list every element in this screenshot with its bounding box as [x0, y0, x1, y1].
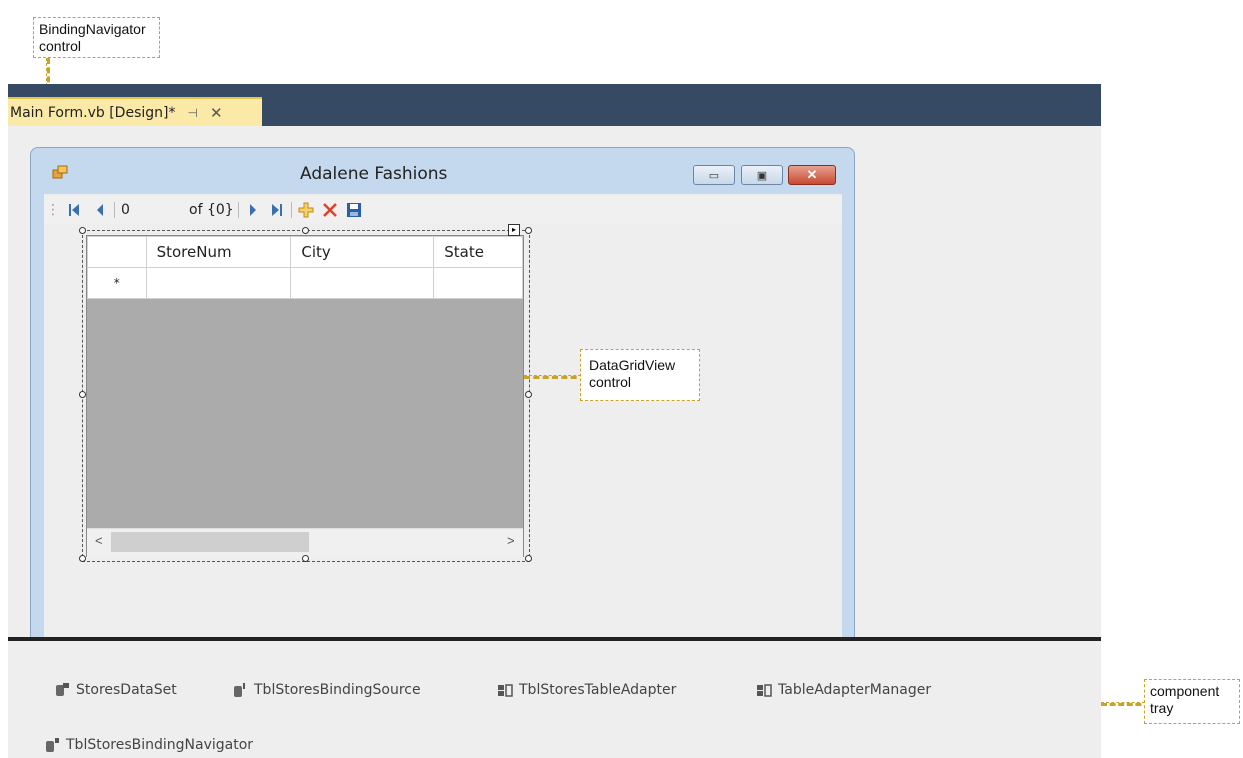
resize-handle[interactable] — [79, 555, 86, 562]
move-previous-icon[interactable] — [90, 200, 110, 220]
table-adapter-icon — [498, 684, 513, 697]
cell[interactable] — [290, 267, 435, 299]
resize-handle[interactable] — [525, 555, 532, 562]
resize-handle[interactable] — [525, 227, 532, 234]
close-button[interactable]: ✕ — [788, 165, 836, 185]
horizontal-scrollbar[interactable]: < > — [87, 528, 523, 557]
tray-item-storesdataset[interactable]: StoresDataSet — [54, 682, 177, 698]
datagridview-callout: DataGridView control — [580, 349, 700, 401]
tray-item-label: TblStoresBindingNavigator — [66, 737, 254, 753]
dataset-icon — [56, 683, 69, 696]
form-title: Adalene Fashions — [300, 164, 448, 184]
separator — [290, 202, 292, 218]
form-icon — [52, 165, 68, 179]
tab-main-form-design[interactable]: Main Form.vb [Design]* ⊣ ✕ — [8, 97, 262, 126]
move-last-icon[interactable] — [267, 200, 287, 220]
header-row: StoreNum City State — [87, 236, 523, 268]
resize-handle[interactable] — [79, 227, 86, 234]
tray-item-label: TblStoresTableAdapter — [519, 682, 677, 698]
callout-line-2: control — [589, 374, 632, 390]
table-row: * — [87, 267, 523, 299]
minimize-button[interactable]: ▭ — [693, 165, 735, 185]
smart-tag-icon[interactable]: ▸ — [508, 224, 520, 236]
column-header-state[interactable]: State — [433, 236, 523, 268]
datagridview[interactable]: StoreNum City State * — [86, 235, 524, 557]
binding-source-icon — [234, 683, 245, 697]
row-header-corner — [87, 236, 147, 268]
resize-handle[interactable] — [79, 391, 86, 398]
table-adapter-manager-icon — [757, 684, 772, 697]
component-tray-leader — [1101, 702, 1150, 706]
scroll-left-icon[interactable]: < — [95, 533, 103, 548]
scrollbar-thumb[interactable] — [111, 532, 309, 552]
component-tray-callout: component tray — [1144, 679, 1240, 724]
separator — [237, 202, 239, 218]
callout-line-2: control — [39, 38, 82, 54]
column-header-city[interactable]: City — [290, 236, 435, 268]
callout-line-1: BindingNavigator — [39, 21, 146, 37]
close-icon[interactable]: ✕ — [210, 104, 223, 122]
cell[interactable] — [145, 267, 292, 299]
tray-item-label: TableAdapterManager — [778, 682, 932, 698]
callout-line-1: DataGridView — [589, 357, 676, 373]
cell[interactable] — [433, 267, 523, 299]
pin-icon[interactable]: ⊣ — [187, 106, 197, 120]
grip-handle[interactable]: ⋮ — [44, 202, 64, 218]
resize-handle[interactable] — [302, 555, 309, 562]
binding-navigator-icon — [46, 738, 59, 752]
resize-handle[interactable] — [525, 391, 532, 398]
callout-line-1: component — [1150, 683, 1220, 699]
tray-item-label: TblStoresBindingSource — [254, 682, 421, 698]
resize-handle[interactable] — [302, 227, 309, 234]
tab-title: Main Form.vb [Design]* — [10, 104, 176, 121]
move-first-icon[interactable] — [64, 200, 84, 220]
maximize-button[interactable]: ▣ — [741, 165, 783, 185]
count-label: of {0} — [189, 202, 234, 218]
delete-icon[interactable] — [320, 200, 340, 220]
tray-item-label: StoresDataSet — [76, 682, 177, 698]
tray-item-tblstoresbindingsource[interactable]: TblStoresBindingSource — [232, 682, 421, 698]
save-icon[interactable] — [344, 200, 364, 220]
add-new-icon[interactable] — [296, 200, 316, 220]
tray-item-tblstoresbindingnavigator[interactable]: TblStoresBindingNavigator — [44, 737, 253, 753]
tray-item-tableadaptermanager[interactable]: TableAdapterManager — [756, 682, 931, 698]
datagridview-leader — [524, 375, 586, 379]
column-header-storenum[interactable]: StoreNum — [145, 236, 292, 268]
separator — [114, 202, 115, 218]
move-next-icon[interactable] — [243, 200, 263, 220]
position-textbox[interactable]: 0 — [119, 202, 189, 218]
callout-line-2: tray — [1150, 700, 1174, 716]
binding-navigator-callout: BindingNavigator control — [33, 17, 160, 58]
new-row-marker: * — [87, 267, 147, 299]
binding-navigator: ⋮ 0 of {0} — [44, 196, 842, 224]
tray-item-tblstorestableadapter[interactable]: TblStoresTableAdapter — [497, 682, 676, 698]
scroll-right-icon[interactable]: > — [507, 533, 515, 548]
